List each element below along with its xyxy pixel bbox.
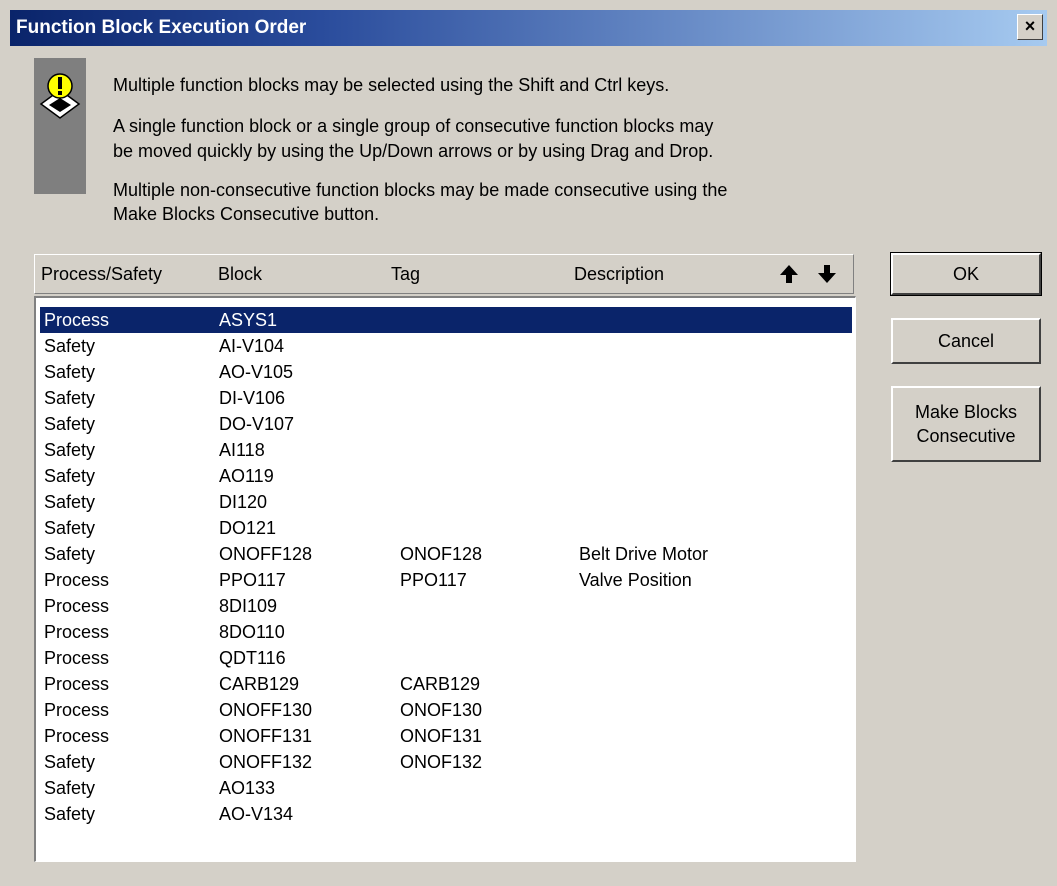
row-block: CARB129 [219,674,300,694]
move-down-button[interactable] [815,262,839,286]
instruction-line-3b: Make Blocks Consecutive button. [113,204,380,224]
instruction-line-3a: Multiple non-consecutive function blocks… [113,180,728,200]
row-block: ASYS1 [219,310,278,330]
row-description: Valve Position [579,570,692,590]
row-type: Process [44,570,110,590]
row-tag: ONOF132 [400,752,483,772]
table-row[interactable]: Process 8DO110 [40,619,852,645]
column-header-tag[interactable]: Tag [391,264,420,285]
row-block: AI118 [219,440,265,460]
table-row[interactable]: Process ONOFF131 ONOF131 [40,723,852,749]
warning-panel [34,58,86,194]
row-block: ONOFF132 [219,752,313,772]
table-row[interactable]: Safety ONOFF128 ONOF128 Belt Drive Motor [40,541,852,567]
table-row[interactable]: Safety AO133 [40,775,852,801]
row-block: AO-V105 [219,362,294,382]
row-block: DI120 [219,492,268,512]
row-block: ONOFF130 [219,700,313,720]
row-tag: CARB129 [400,674,481,694]
table-row[interactable]: Process ASYS1 [40,307,852,333]
row-block: AO119 [219,466,274,486]
row-type: Process [44,596,110,616]
table-row[interactable]: Process QDT116 [40,645,852,671]
execution-order-dialog: Function Block Execution Order × Multipl… [0,0,1057,886]
title-bar[interactable]: Function Block Execution Order × [10,10,1047,46]
close-icon: × [1024,16,1036,36]
table-row[interactable]: Safety AO-V105 [40,359,852,385]
column-header-block[interactable]: Block [218,264,262,285]
make-blocks-consecutive-button[interactable]: Make Blocks Consecutive [891,386,1041,462]
table-row[interactable]: Safety DO-V107 [40,411,852,437]
row-type: Process [44,310,110,330]
row-type: Safety [44,804,96,824]
table-row[interactable]: Safety AI-V104 [40,333,852,359]
table-row[interactable]: Safety AO-V134 [40,801,852,827]
make-consecutive-label-line-1: Make Blocks [914,402,1018,422]
column-header-description[interactable]: Description [574,264,664,285]
table-row[interactable]: Process 8DI109 [40,593,852,619]
row-type: Safety [44,440,96,460]
move-up-button[interactable] [777,262,801,286]
row-type: Safety [44,336,96,356]
row-type: Safety [44,362,96,382]
row-block: ONOFF131 [219,726,313,746]
row-block: 8DI109 [219,596,278,616]
table-row[interactable]: Safety AI118 [40,437,852,463]
instruction-line-2a: A single function block or a single grou… [113,116,714,136]
row-block: AO-V134 [219,804,294,824]
row-type: Safety [44,518,96,538]
column-header-process-safety[interactable]: Process/Safety [41,264,162,285]
row-type: Safety [44,544,96,564]
row-type: Safety [44,388,96,408]
row-block: AO133 [219,778,276,798]
instruction-line-2b: be moved quickly by using the Up/Down ar… [113,141,714,161]
make-consecutive-label-line-2: Consecutive [916,426,1016,446]
row-type: Safety [44,778,96,798]
row-block: AI-V104 [219,336,285,356]
row-block: DI-V106 [219,388,286,408]
table-row[interactable]: Process PPO117 PPO117 Valve Position [40,567,852,593]
warning-icon [39,73,81,119]
arrow-down-icon [818,265,836,283]
list-header: Process/Safety Block Tag Description [34,254,854,294]
row-tag: ONOF128 [400,544,483,564]
table-row[interactable]: Safety AO119 [40,463,852,489]
instruction-line-1: Multiple function blocks may be selected… [113,75,670,95]
row-type: Process [44,700,110,720]
function-block-list[interactable]: Process ASYS1 Safety AI-V104 Safety AO-V105 Sa… [34,296,856,862]
row-description: Belt Drive Motor [579,544,709,564]
row-block: QDT116 [219,648,286,668]
row-type: Process [44,674,110,694]
row-type: Safety [44,492,96,512]
table-row[interactable]: Safety DO121 [40,515,852,541]
row-type: Safety [44,414,96,434]
row-block: 8DO110 [219,622,285,642]
row-tag: ONOF130 [400,700,483,720]
row-type: Process [44,622,110,642]
row-tag: PPO117 [400,570,467,590]
table-row[interactable]: Safety ONOFF132 ONOF132 [40,749,852,775]
arrow-up-icon [780,265,798,283]
row-type: Process [44,726,110,746]
cancel-button[interactable]: Cancel [891,318,1041,364]
row-type: Safety [44,752,96,772]
table-row[interactable]: Safety DI-V106 [40,385,852,411]
ok-button[interactable]: OK [890,252,1042,296]
table-row[interactable]: Process CARB129 CARB129 [40,671,852,697]
row-block: DO121 [219,518,277,538]
row-block: PPO117 [219,570,286,590]
row-type: Safety [44,466,96,486]
table-row[interactable]: Safety DI120 [40,489,852,515]
close-button[interactable]: × [1017,14,1043,40]
window-title: Function Block Execution Order [16,17,307,38]
row-block: DO-V107 [219,414,295,434]
row-type: Process [44,648,110,668]
table-row[interactable]: Process ONOFF130 ONOF130 [40,697,852,723]
row-tag: ONOF131 [400,726,483,746]
row-block: ONOFF128 [219,544,313,564]
